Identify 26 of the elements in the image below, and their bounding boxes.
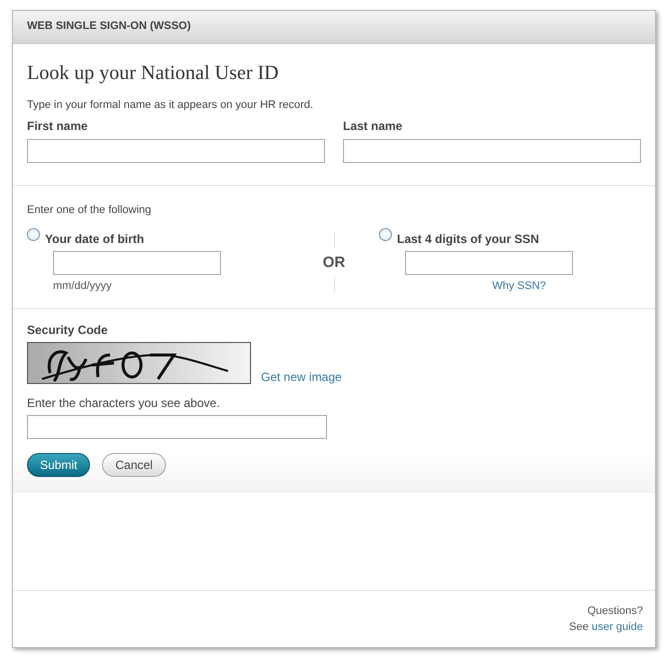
input-field[interactable] xyxy=(405,251,573,275)
or-separator: OR xyxy=(322,254,346,270)
option-label: Your date of birth xyxy=(45,232,144,246)
why-ssn-link[interactable]: Why SSN? xyxy=(492,280,546,292)
instruction-text: Enter the characters you see above. xyxy=(27,396,221,410)
field-label: First name xyxy=(27,119,89,133)
field-label: Security Code xyxy=(27,323,108,337)
help-question: Questions? xyxy=(587,605,643,617)
input-field[interactable] xyxy=(343,139,641,163)
help-text: See user guide xyxy=(568,621,643,633)
user-guide-link[interactable]: user guide xyxy=(592,621,643,633)
input-field[interactable] xyxy=(27,139,325,163)
instruction-text: Enter one of the following xyxy=(27,204,152,216)
option-label: Last 4 digits of your SSN xyxy=(397,232,540,246)
new-image-link[interactable]: Get new image xyxy=(261,370,342,384)
input-field[interactable] xyxy=(27,415,327,439)
radio-button[interactable] xyxy=(27,228,40,241)
page-heading: Look up your National User ID xyxy=(27,62,280,85)
panel-header: WEB SINGLE SIGN-ON (WSSO) xyxy=(13,11,655,44)
submit-button[interactable]: Submit xyxy=(27,453,90,477)
field-label: Last name xyxy=(343,119,404,133)
input-field[interactable] xyxy=(53,251,221,275)
radio-button[interactable] xyxy=(379,228,392,241)
cancel-button[interactable]: Cancel xyxy=(102,453,166,477)
instruction-text: Type in your formal name as it appears on your HR record. xyxy=(27,99,314,111)
format-hint: mm/dd/yyyy xyxy=(53,280,113,292)
